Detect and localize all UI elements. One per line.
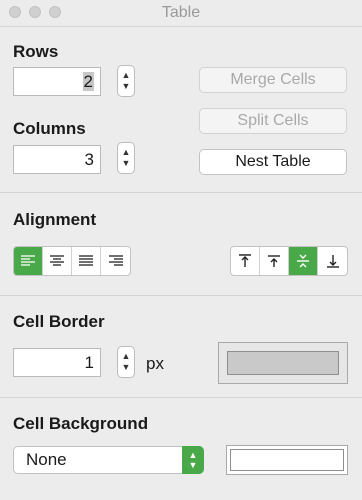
- stepper-up-icon[interactable]: ▲: [122, 70, 131, 81]
- align-right-icon: [108, 255, 123, 266]
- align-top-baseline-button[interactable]: [260, 247, 289, 275]
- border-color-swatch: [227, 351, 339, 375]
- align-left-icon: [21, 255, 35, 266]
- horizontal-alignment-control[interactable]: [13, 246, 131, 276]
- columns-field[interactable]: 3: [13, 145, 101, 174]
- rows-value: 2: [82, 72, 94, 91]
- stepper-up-icon[interactable]: ▲: [122, 351, 131, 362]
- rows-stepper[interactable]: ▲ ▼: [117, 65, 135, 97]
- cell-border-width-value: 1: [84, 353, 94, 372]
- background-color-swatch: [230, 449, 344, 471]
- cell-border-width-field[interactable]: 1: [13, 348, 101, 377]
- cell-border-stepper[interactable]: ▲ ▼: [117, 346, 135, 378]
- split-cells-button[interactable]: Split Cells: [199, 108, 347, 134]
- columns-value: 3: [84, 150, 94, 169]
- columns-stepper[interactable]: ▲ ▼: [117, 142, 135, 174]
- cell-border-label: Cell Border: [13, 312, 105, 331]
- align-center-button[interactable]: [43, 247, 72, 275]
- divider: [0, 192, 362, 193]
- stepper-down-icon[interactable]: ▼: [122, 158, 131, 169]
- align-center-icon: [50, 255, 64, 266]
- divider: [0, 295, 362, 296]
- chevron-updown-icon: ▲ ▼: [182, 446, 204, 474]
- align-justify-button[interactable]: [72, 247, 101, 275]
- divider: [0, 397, 362, 398]
- merge-cells-button[interactable]: Merge Cells: [199, 67, 347, 93]
- align-top-button[interactable]: [231, 247, 260, 275]
- border-unit-label: px: [146, 354, 164, 373]
- window-title: Table: [161, 4, 201, 21]
- align-bottom-button[interactable]: [318, 247, 347, 275]
- align-justify-icon: [79, 255, 93, 266]
- align-top-baseline-icon: [268, 255, 280, 267]
- columns-label: Columns: [13, 119, 86, 138]
- align-middle-button[interactable]: [289, 247, 318, 275]
- align-middle-icon: [297, 254, 309, 268]
- align-top-icon: [239, 254, 251, 267]
- title-bar: Table: [0, 0, 362, 27]
- rows-label: Rows: [13, 42, 59, 61]
- stepper-down-icon[interactable]: ▼: [122, 362, 131, 373]
- cell-border-color-well[interactable]: [218, 342, 348, 384]
- align-left-button[interactable]: [14, 247, 43, 275]
- cell-background-selected: None: [26, 450, 67, 469]
- cell-background-color-well[interactable]: [226, 445, 348, 475]
- nest-table-button[interactable]: Nest Table: [199, 149, 347, 175]
- stepper-up-icon[interactable]: ▲: [122, 147, 131, 158]
- cell-background-popup[interactable]: None ▲ ▼: [13, 446, 204, 474]
- stepper-down-icon[interactable]: ▼: [122, 81, 131, 92]
- alignment-label: Alignment: [13, 210, 97, 229]
- cell-background-label: Cell Background: [13, 414, 149, 433]
- align-bottom-icon: [326, 255, 339, 268]
- align-right-button[interactable]: [101, 247, 130, 275]
- rows-field[interactable]: 2: [13, 67, 101, 96]
- vertical-alignment-control[interactable]: [230, 246, 348, 276]
